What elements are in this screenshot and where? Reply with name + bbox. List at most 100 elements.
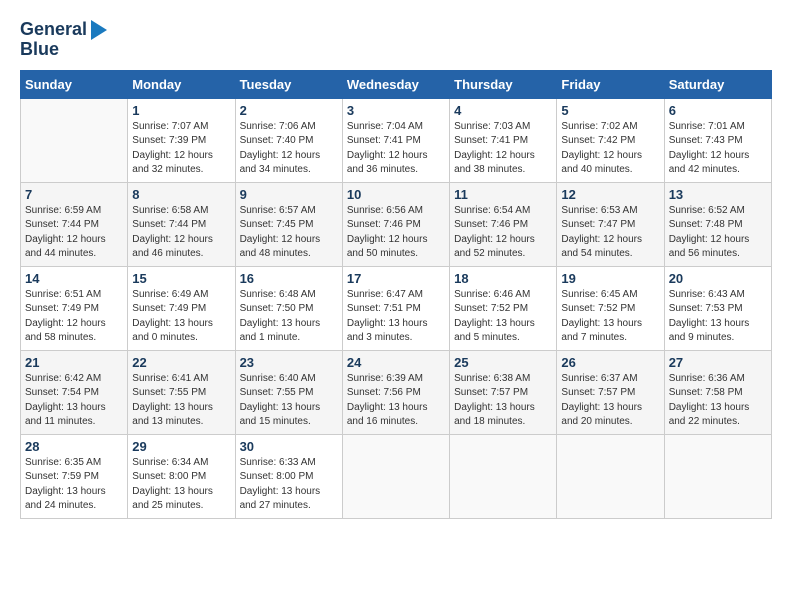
day-number: 30 [240,439,338,454]
calendar-cell: 19 Sunrise: 6:45 AM Sunset: 7:52 PM Dayli… [557,266,664,350]
calendar-cell: 16Sunrise: 6:48 AM Sunset: 7:50 PM Dayli… [235,266,342,350]
calendar-cell: 10Sunrise: 6:56 AM Sunset: 7:46 PM Dayli… [342,182,449,266]
calendar-cell: 24 Sunrise: 6:39 AM Sunset: 7:56 PM Dayli… [342,350,449,434]
calendar-cell: 12 Sunrise: 6:53 AM Sunset: 7:47 PM Dayli… [557,182,664,266]
day-number: 8 [132,187,230,202]
week-row-4: 21 Sunrise: 6:42 AM Sunset: 7:54 PM Dayli… [21,350,772,434]
day-info: Sunrise: 6:42 AM Sunset: 7:54 PM Dayligh… [25,372,123,430]
week-row-1: 1 Sunrise: 7:07 AM Sunset: 7:39 PM Daylig… [21,98,772,182]
day-number: 16 [240,271,338,286]
calendar-cell: 13 Sunrise: 6:52 AM Sunset: 7:48 PM Dayli… [664,182,771,266]
day-info: Sunrise: 6:33 AM Sunset: 8:00 PM Dayligh… [240,456,338,514]
day-number: 17 [347,271,445,286]
day-number: 12 [561,187,659,202]
day-number: 5 [561,103,659,118]
day-number: 19 [561,271,659,286]
calendar-cell: 25 Sunrise: 6:38 AM Sunset: 7:57 PM Dayli… [450,350,557,434]
day-number: 23 [240,355,338,370]
day-info: Sunrise: 6:57 AM Sunset: 7:45 PM Dayligh… [240,204,338,262]
day-number: 1 [132,103,230,118]
day-number: 21 [25,355,123,370]
day-info: Sunrise: 6:47 AM Sunset: 7:51 PM Dayligh… [347,288,445,346]
calendar-table: SundayMondayTuesdayWednesdayThursdayFrid… [20,70,772,519]
calendar-cell: 30 Sunrise: 6:33 AM Sunset: 8:00 PM Dayli… [235,434,342,518]
day-info: Sunrise: 6:39 AM Sunset: 7:56 PM Dayligh… [347,372,445,430]
calendar-cell: 23Sunrise: 6:40 AM Sunset: 7:55 PM Dayli… [235,350,342,434]
day-info: Sunrise: 6:37 AM Sunset: 7:57 PM Dayligh… [561,372,659,430]
day-info: Sunrise: 7:02 AM Sunset: 7:42 PM Dayligh… [561,120,659,178]
day-info: Sunrise: 6:41 AM Sunset: 7:55 PM Dayligh… [132,372,230,430]
day-number: 24 [347,355,445,370]
day-info: Sunrise: 6:52 AM Sunset: 7:48 PM Dayligh… [669,204,767,262]
header-cell-wednesday: Wednesday [342,70,449,98]
header-cell-sunday: Sunday [21,70,128,98]
day-number: 14 [25,271,123,286]
day-info: Sunrise: 6:54 AM Sunset: 7:46 PM Dayligh… [454,204,552,262]
day-info: Sunrise: 6:36 AM Sunset: 7:58 PM Dayligh… [669,372,767,430]
day-number: 11 [454,187,552,202]
logo: General Blue [20,20,107,60]
header-cell-friday: Friday [557,70,664,98]
day-number: 2 [240,103,338,118]
week-row-2: 7 Sunrise: 6:59 AM Sunset: 7:44 PM Daylig… [21,182,772,266]
header-row: SundayMondayTuesdayWednesdayThursdayFrid… [21,70,772,98]
day-number: 29 [132,439,230,454]
day-number: 13 [669,187,767,202]
calendar-cell: 15 Sunrise: 6:49 AM Sunset: 7:49 PM Dayli… [128,266,235,350]
calendar-cell: 26 Sunrise: 6:37 AM Sunset: 7:57 PM Dayli… [557,350,664,434]
day-number: 25 [454,355,552,370]
day-info: Sunrise: 6:49 AM Sunset: 7:49 PM Dayligh… [132,288,230,346]
calendar-cell: 29 Sunrise: 6:34 AM Sunset: 8:00 PM Dayli… [128,434,235,518]
calendar-cell: 5 Sunrise: 7:02 AM Sunset: 7:42 PM Daylig… [557,98,664,182]
calendar-cell: 4 Sunrise: 7:03 AM Sunset: 7:41 PM Daylig… [450,98,557,182]
calendar-cell: 18Sunrise: 6:46 AM Sunset: 7:52 PM Dayli… [450,266,557,350]
day-info: Sunrise: 7:06 AM Sunset: 7:40 PM Dayligh… [240,120,338,178]
calendar-cell: 27Sunrise: 6:36 AM Sunset: 7:58 PM Dayli… [664,350,771,434]
calendar-cell: 11 Sunrise: 6:54 AM Sunset: 7:46 PM Dayli… [450,182,557,266]
logo-text-blue: Blue [20,40,59,60]
calendar-cell: 2 Sunrise: 7:06 AM Sunset: 7:40 PM Daylig… [235,98,342,182]
calendar-cell [664,434,771,518]
day-info: Sunrise: 7:01 AM Sunset: 7:43 PM Dayligh… [669,120,767,178]
calendar-header: SundayMondayTuesdayWednesdayThursdayFrid… [21,70,772,98]
calendar-cell: 28 Sunrise: 6:35 AM Sunset: 7:59 PM Dayli… [21,434,128,518]
day-number: 28 [25,439,123,454]
day-info: Sunrise: 7:04 AM Sunset: 7:41 PM Dayligh… [347,120,445,178]
logo-arrow-icon [91,20,107,40]
header-cell-tuesday: Tuesday [235,70,342,98]
day-number: 6 [669,103,767,118]
day-info: Sunrise: 6:59 AM Sunset: 7:44 PM Dayligh… [25,204,123,262]
day-info: Sunrise: 7:03 AM Sunset: 7:41 PM Dayligh… [454,120,552,178]
calendar-cell: 17 Sunrise: 6:47 AM Sunset: 7:51 PM Dayli… [342,266,449,350]
day-info: Sunrise: 6:45 AM Sunset: 7:52 PM Dayligh… [561,288,659,346]
day-number: 15 [132,271,230,286]
calendar-cell: 7 Sunrise: 6:59 AM Sunset: 7:44 PM Daylig… [21,182,128,266]
day-info: Sunrise: 7:07 AM Sunset: 7:39 PM Dayligh… [132,120,230,178]
header-cell-saturday: Saturday [664,70,771,98]
header-cell-monday: Monday [128,70,235,98]
calendar-cell: 8 Sunrise: 6:58 AM Sunset: 7:44 PM Daylig… [128,182,235,266]
day-info: Sunrise: 6:58 AM Sunset: 7:44 PM Dayligh… [132,204,230,262]
logo-text-general: General [20,20,87,40]
calendar-body: 1 Sunrise: 7:07 AM Sunset: 7:39 PM Daylig… [21,98,772,518]
calendar-cell: 22 Sunrise: 6:41 AM Sunset: 7:55 PM Dayli… [128,350,235,434]
day-info: Sunrise: 6:34 AM Sunset: 8:00 PM Dayligh… [132,456,230,514]
calendar-cell [21,98,128,182]
day-number: 3 [347,103,445,118]
day-info: Sunrise: 6:35 AM Sunset: 7:59 PM Dayligh… [25,456,123,514]
day-number: 20 [669,271,767,286]
calendar-cell: 9Sunrise: 6:57 AM Sunset: 7:45 PM Daylig… [235,182,342,266]
header-cell-thursday: Thursday [450,70,557,98]
day-info: Sunrise: 6:38 AM Sunset: 7:57 PM Dayligh… [454,372,552,430]
day-info: Sunrise: 6:53 AM Sunset: 7:47 PM Dayligh… [561,204,659,262]
day-number: 22 [132,355,230,370]
day-number: 26 [561,355,659,370]
day-info: Sunrise: 6:43 AM Sunset: 7:53 PM Dayligh… [669,288,767,346]
calendar-cell [557,434,664,518]
day-number: 7 [25,187,123,202]
day-info: Sunrise: 6:56 AM Sunset: 7:46 PM Dayligh… [347,204,445,262]
calendar-cell: 6 Sunrise: 7:01 AM Sunset: 7:43 PM Daylig… [664,98,771,182]
day-number: 18 [454,271,552,286]
calendar-cell [450,434,557,518]
day-number: 4 [454,103,552,118]
